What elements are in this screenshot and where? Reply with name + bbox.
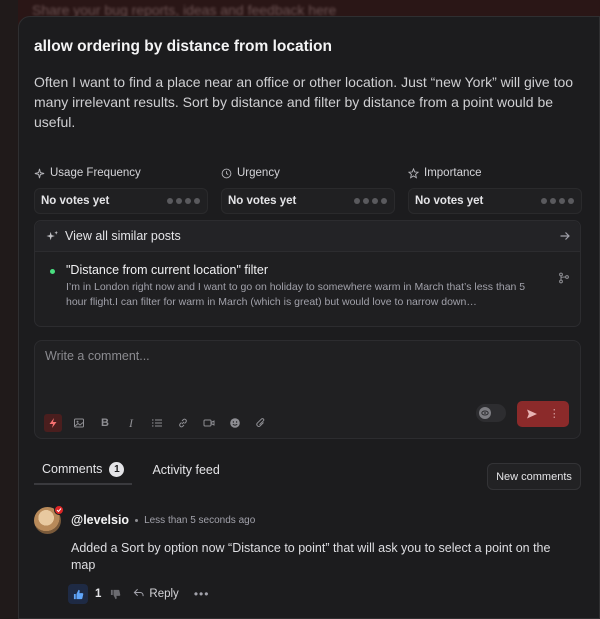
send-icon: [527, 409, 538, 419]
image-icon[interactable]: [70, 414, 88, 432]
sparkle-icon: [34, 168, 45, 178]
similar-posts-label: View all similar posts: [65, 229, 181, 243]
similar-posts-card: View all similar posts "Distance from cu…: [34, 220, 581, 327]
vote-dots[interactable]: [541, 198, 574, 204]
post-description: Often I want to find a place near an off…: [34, 74, 574, 130]
composer-toolbar: B I: [44, 414, 270, 432]
urgency-vote[interactable]: No votes yet: [221, 188, 395, 214]
usage-frequency-vote[interactable]: No votes yet: [34, 188, 208, 214]
video-icon[interactable]: [200, 414, 218, 432]
reply-label: Reply: [149, 588, 179, 600]
thumbs-down-icon: [111, 589, 121, 599]
comment-composer[interactable]: Write a comment... B I ⋮: [34, 340, 581, 439]
star-icon: [408, 167, 419, 179]
comment-author[interactable]: @levelsio: [71, 513, 129, 527]
metric-usage-frequency: Usage Frequency No votes yet: [34, 165, 208, 214]
post-panel: allow ordering by distance from location…: [18, 16, 600, 619]
comment-actions: 1 Reply •••: [68, 584, 209, 604]
separator-dot: [135, 518, 139, 522]
list-icon[interactable]: [148, 414, 166, 432]
verified-badge-icon: [54, 505, 64, 515]
like-count: 1: [95, 588, 102, 600]
status-dot: [50, 269, 55, 274]
post-title: allow ordering by distance from location: [34, 38, 332, 55]
metric-value: No votes yet: [228, 195, 297, 207]
similar-post-item[interactable]: "Distance from current location" filter …: [35, 252, 580, 310]
similar-post-title: "Distance from current location" filter: [66, 263, 269, 277]
italic-icon[interactable]: I: [122, 414, 140, 432]
sparkles-icon: [46, 230, 59, 240]
send-button[interactable]: ⋮: [517, 401, 569, 427]
send-options-icon[interactable]: ⋮: [549, 408, 560, 420]
merge-icon[interactable]: [558, 272, 570, 284]
thumbs-up-icon: [73, 589, 83, 599]
metric-value: No votes yet: [415, 195, 484, 207]
metric-label: Urgency: [237, 167, 280, 179]
comment-tabs: Comments 1 Activity feed: [34, 455, 228, 485]
importance-vote[interactable]: No votes yet: [408, 188, 582, 214]
tab-comments[interactable]: Comments 1: [34, 455, 133, 485]
reply-button[interactable]: Reply: [133, 587, 179, 601]
clock-icon: [221, 168, 232, 178]
like-button[interactable]: [68, 584, 88, 604]
new-comments-button[interactable]: New comments: [487, 463, 581, 490]
metric-urgency: Urgency No votes yet: [221, 165, 395, 214]
metric-label: Importance: [424, 167, 482, 179]
metric-importance: Importance No votes yet: [408, 165, 582, 214]
tab-comments-label: Comments: [42, 462, 103, 476]
eye-icon: [479, 407, 491, 419]
similar-post-excerpt: I’m in London right now and I want to go…: [66, 281, 526, 308]
dislike-button[interactable]: [110, 589, 121, 600]
view-similar-posts-link[interactable]: View all similar posts: [35, 221, 580, 252]
reply-icon: [133, 587, 144, 601]
comment-input[interactable]: Write a comment...: [45, 349, 150, 363]
attachment-icon[interactable]: [252, 414, 270, 432]
emoji-icon[interactable]: [226, 414, 244, 432]
bold-icon[interactable]: B: [96, 414, 114, 432]
more-options-icon[interactable]: •••: [194, 587, 210, 601]
backdrop-left: [0, 0, 18, 619]
visibility-toggle[interactable]: [476, 404, 506, 422]
link-icon[interactable]: [174, 414, 192, 432]
comment-body: Added a Sort by option now “Distance to …: [71, 541, 551, 572]
comment-timestamp: Less than 5 seconds ago: [144, 514, 256, 526]
metric-value: No votes yet: [41, 195, 110, 207]
arrow-right-icon: [560, 232, 570, 240]
vote-dots[interactable]: [167, 198, 200, 204]
metric-label: Usage Frequency: [50, 167, 141, 179]
vote-dots[interactable]: [354, 198, 387, 204]
lightning-icon[interactable]: [44, 414, 62, 432]
comments-count-badge: 1: [109, 461, 125, 477]
tab-activity-feed[interactable]: Activity feed: [144, 455, 227, 485]
